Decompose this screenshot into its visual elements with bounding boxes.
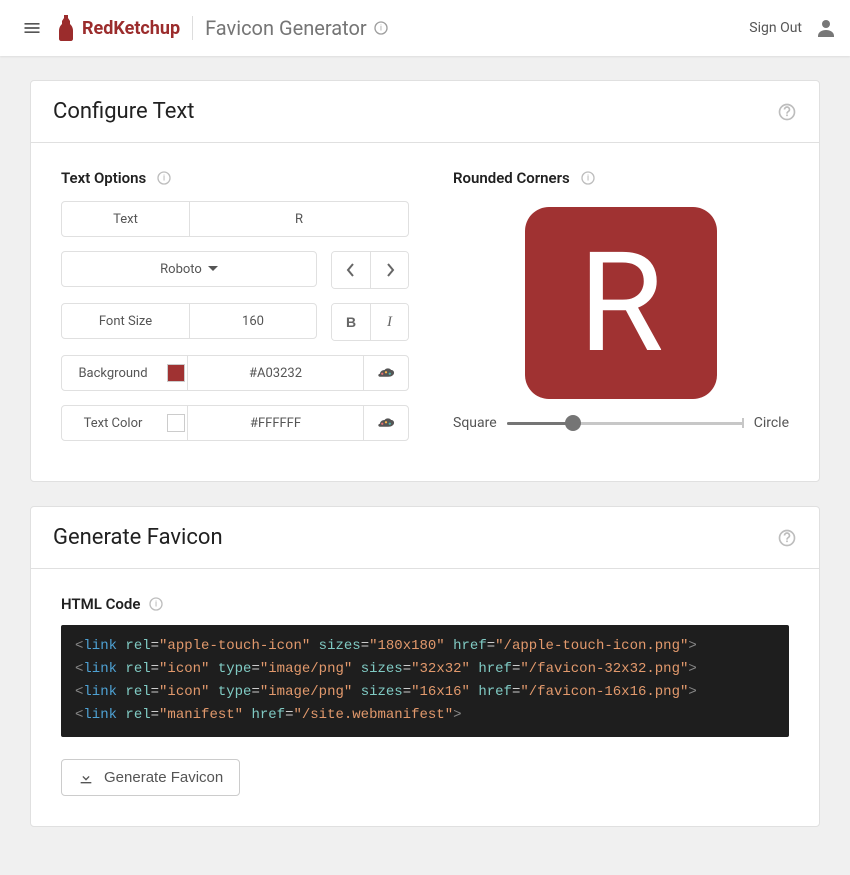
- hamburger-icon: [22, 18, 42, 38]
- background-row: Background #A03232: [61, 355, 409, 391]
- generate-favicon-button[interactable]: Generate Favicon: [61, 759, 240, 796]
- account-icon[interactable]: [814, 16, 838, 40]
- text-color-label: Text Color: [62, 406, 164, 440]
- appbar: RedKetchup Favicon Generator i Sign Out: [0, 0, 850, 56]
- slider-left-label: Square: [453, 415, 497, 431]
- generate-button-label: Generate Favicon: [104, 769, 223, 786]
- background-input[interactable]: #A03232: [188, 356, 364, 390]
- text-options-label: Text Options i: [61, 169, 409, 187]
- text-input-row: Text R: [61, 201, 409, 237]
- background-swatch[interactable]: [164, 356, 188, 390]
- text-color-swatch[interactable]: [164, 406, 188, 440]
- font-name: Roboto: [160, 262, 202, 277]
- download-icon: [78, 770, 94, 786]
- svg-text:i: i: [380, 24, 382, 33]
- generate-favicon-card: Generate Favicon HTML Code i <link rel="…: [30, 506, 820, 827]
- palette-icon: [377, 416, 395, 430]
- corner-slider[interactable]: [507, 413, 744, 433]
- font-style-group: B I: [331, 303, 409, 341]
- divider: [192, 16, 193, 40]
- text-options-help-icon[interactable]: i: [156, 170, 172, 186]
- chevron-right-icon: [385, 263, 395, 277]
- ketchup-bottle-icon: [56, 14, 76, 42]
- chevron-left-icon: [346, 263, 356, 277]
- background-label: Background: [62, 356, 164, 390]
- configure-help-icon[interactable]: [777, 102, 797, 122]
- menu-button[interactable]: [12, 8, 52, 48]
- generate-title: Generate Favicon: [53, 525, 223, 550]
- text-color-picker-button[interactable]: [364, 406, 408, 440]
- svg-text:i: i: [155, 600, 157, 609]
- brand-name: RedKetchup: [82, 18, 180, 39]
- italic-button[interactable]: I: [370, 304, 408, 340]
- slider-thumb[interactable]: [565, 415, 581, 431]
- svg-text:i: i: [163, 174, 165, 183]
- configure-title: Configure Text: [53, 99, 194, 124]
- generate-help-icon[interactable]: [777, 528, 797, 548]
- font-size-row: Font Size 160: [61, 303, 317, 339]
- background-picker-button[interactable]: [364, 356, 408, 390]
- font-prev-button[interactable]: [332, 252, 370, 288]
- text-color-input[interactable]: #FFFFFF: [188, 406, 364, 440]
- brand[interactable]: RedKetchup: [56, 14, 180, 42]
- rounded-corners-label: Rounded Corners i: [453, 169, 789, 187]
- slider-right-label: Circle: [754, 415, 789, 431]
- sign-out-link[interactable]: Sign Out: [749, 20, 802, 36]
- text-label: Text: [62, 202, 190, 236]
- page-help-icon[interactable]: i: [373, 20, 389, 36]
- caret-down-icon: [208, 264, 218, 274]
- html-code-help-icon[interactable]: i: [148, 596, 164, 612]
- preview-letter: R: [578, 222, 663, 384]
- page-title: Favicon Generator: [205, 16, 367, 40]
- palette-icon: [377, 366, 395, 380]
- configure-text-card: Configure Text Text Options i Text R: [30, 80, 820, 482]
- svg-text:i: i: [587, 174, 589, 183]
- favicon-preview: R: [525, 207, 717, 399]
- bold-button[interactable]: B: [332, 304, 370, 340]
- rounded-help-icon[interactable]: i: [580, 170, 596, 186]
- font-select[interactable]: Roboto: [61, 251, 317, 287]
- font-next-button[interactable]: [370, 252, 408, 288]
- text-input[interactable]: R: [190, 202, 408, 236]
- font-nav: [331, 251, 409, 289]
- html-code-block[interactable]: <link rel="apple-touch-icon" sizes="180x…: [61, 625, 789, 737]
- html-code-label: HTML Code i: [61, 595, 789, 613]
- text-color-row: Text Color #FFFFFF: [61, 405, 409, 441]
- font-size-input[interactable]: 160: [190, 304, 316, 338]
- font-size-label: Font Size: [62, 304, 190, 338]
